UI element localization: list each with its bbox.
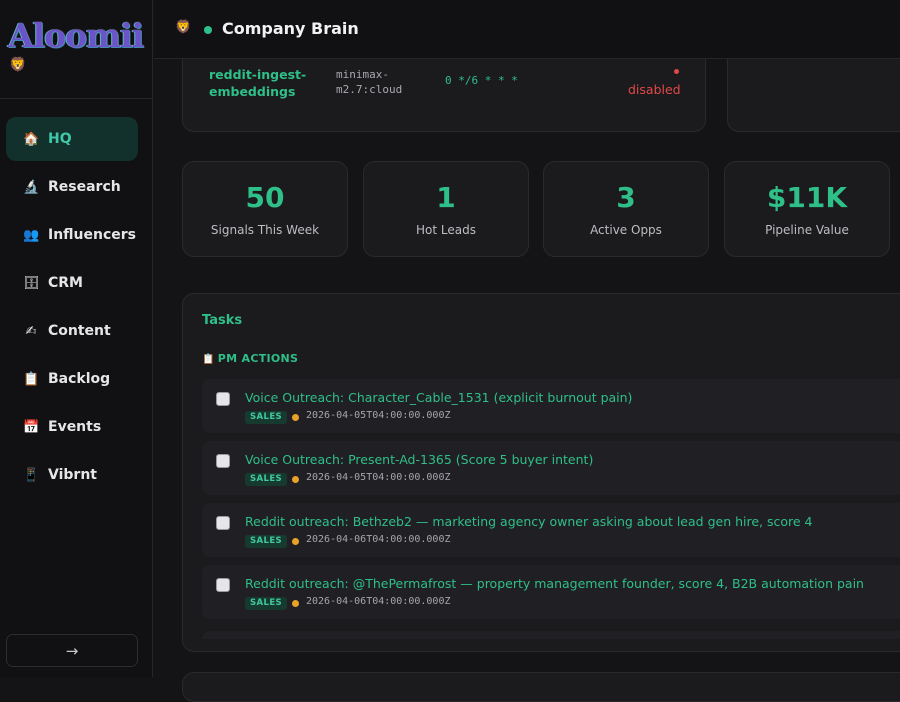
stat-card-signals: 50 Signals This Week [182,161,348,257]
calendar-icon: 📅 [23,419,40,435]
microscope-icon: 🔬 [23,179,40,195]
task-checkbox[interactable] [216,578,230,592]
sidebar-item-influencers[interactable]: 👥 Influencers [6,213,138,257]
lion-emoji-icon: 🦁 [175,20,192,35]
task-tag: SALES [245,411,288,424]
tasks-card: Tasks 📋 PM ACTIONS Voice Outreach: Charac… [182,293,900,652]
task-title[interactable]: Reddit outreach: @ThePermafrost — proper… [245,576,864,591]
stat-label: Signals This Week [210,223,320,237]
sidebar-item-label: CRM [48,275,83,291]
pm-actions-heading: 📋 PM ACTIONS [202,352,298,365]
task-tag: SALES [245,535,288,548]
task-date: 2026-04-05T04:00:00.000Z [306,410,451,421]
sidebar-item-content[interactable]: ✍ Content [6,309,138,353]
stat-card-hot-leads: 1 Hot Leads [363,161,529,257]
sidebar-item-crm[interactable]: 🗄 CRM [6,261,138,305]
task-title[interactable]: Voice Outreach: Present-Ad-1365 (Score 5… [245,452,593,467]
sidebar-item-label: Events [48,419,102,435]
sidebar: Aloomii 🦁 🏠 HQ 🔬 Research 👥 Influencers … [0,0,153,677]
home-icon: 🏠 [23,131,40,147]
logo[interactable]: Aloomii [8,16,144,55]
priority-dot-icon [292,414,299,421]
people-icon: 👥 [23,227,40,243]
stat-value: 1 [436,181,456,214]
sidebar-item-events[interactable]: 📅 Events [6,405,138,449]
status-dot-icon [674,69,679,74]
stat-label: Hot Leads [416,223,476,237]
sidebar-collapse-button[interactable]: → [6,634,138,667]
cron-job-schedule: 0 */6 * * * [445,74,518,87]
stat-label: Active Opps [590,223,662,237]
sidebar-item-label: Backlog [48,371,111,387]
cron-job-name[interactable]: reddit-ingest-embeddings [209,66,319,100]
task-checkbox[interactable] [216,392,230,406]
section-label: PM ACTIONS [217,352,299,365]
task-date: 2026-04-05T04:00:00.000Z [306,472,451,483]
task-row[interactable]: Voice Outreach: Present-Ad-1365 (Score 5… [202,441,900,495]
page-title: Company Brain [222,19,359,38]
sidebar-item-label: Content [48,323,111,339]
sidebar-item-label: Vibrnt [48,467,97,483]
mobile-phone-icon: 📱 [23,467,40,483]
task-row[interactable]: Reddit outreach: @ThePermafrost — proper… [202,565,900,619]
file-cabinet-icon: 🗄 [23,275,40,291]
sidebar-item-vibrnt[interactable]: 📱 Vibrnt [6,453,138,497]
stat-card-active-opps: 3 Active Opps [543,161,709,257]
task-date: 2026-04-06T04:00:00.000Z [306,596,451,607]
sidebar-item-label: Research [48,179,121,195]
priority-dot-icon [292,538,299,545]
task-tag: SALES [245,597,288,610]
clipboard-icon: 📋 [202,354,215,365]
sidebar-item-research[interactable]: 🔬 Research [6,165,138,209]
stat-label: Pipeline Value [765,223,849,237]
task-checkbox[interactable] [216,454,230,468]
sidebar-item-label: HQ [48,131,72,147]
task-date: 2026-04-06T04:00:00.000Z [306,534,451,545]
lion-emoji-icon: 🦁 [9,57,27,73]
writing-hand-icon: ✍ [25,323,37,339]
top-header: 🦁 Company Brain [154,0,900,59]
cron-job-status: disabled [628,82,681,97]
cron-job-model: minimax-m2.7:cloud [336,68,403,96]
task-title[interactable]: Voice Outreach: Character_Cable_1531 (ex… [245,390,632,405]
stat-value: $11K [766,181,848,214]
task-tag: SALES [245,473,288,486]
clipboard-icon: 📋 [23,371,40,387]
task-checkbox[interactable] [216,516,230,530]
task-row[interactable]: Reddit outreach: Bethzeb2 — marketing ag… [202,503,900,557]
stat-card-pipeline-value: $11K Pipeline Value [724,161,890,257]
online-status-dot [204,26,212,34]
sidebar-item-hq[interactable]: 🏠 HQ [6,117,138,161]
stat-value: 50 [245,181,285,214]
sidebar-item-label: Influencers [48,227,137,243]
sidebar-item-backlog[interactable]: 📋 Backlog [6,357,138,401]
tasks-title: Tasks [202,313,243,328]
task-row-partial [202,631,900,639]
priority-dot-icon [292,476,299,483]
task-title[interactable]: Reddit outreach: Bethzeb2 — marketing ag… [245,514,813,529]
logo-area: Aloomii 🦁 [0,0,152,99]
task-row[interactable]: Voice Outreach: Character_Cable_1531 (ex… [202,379,900,433]
priority-dot-icon [292,600,299,607]
stat-value: 3 [616,181,636,214]
